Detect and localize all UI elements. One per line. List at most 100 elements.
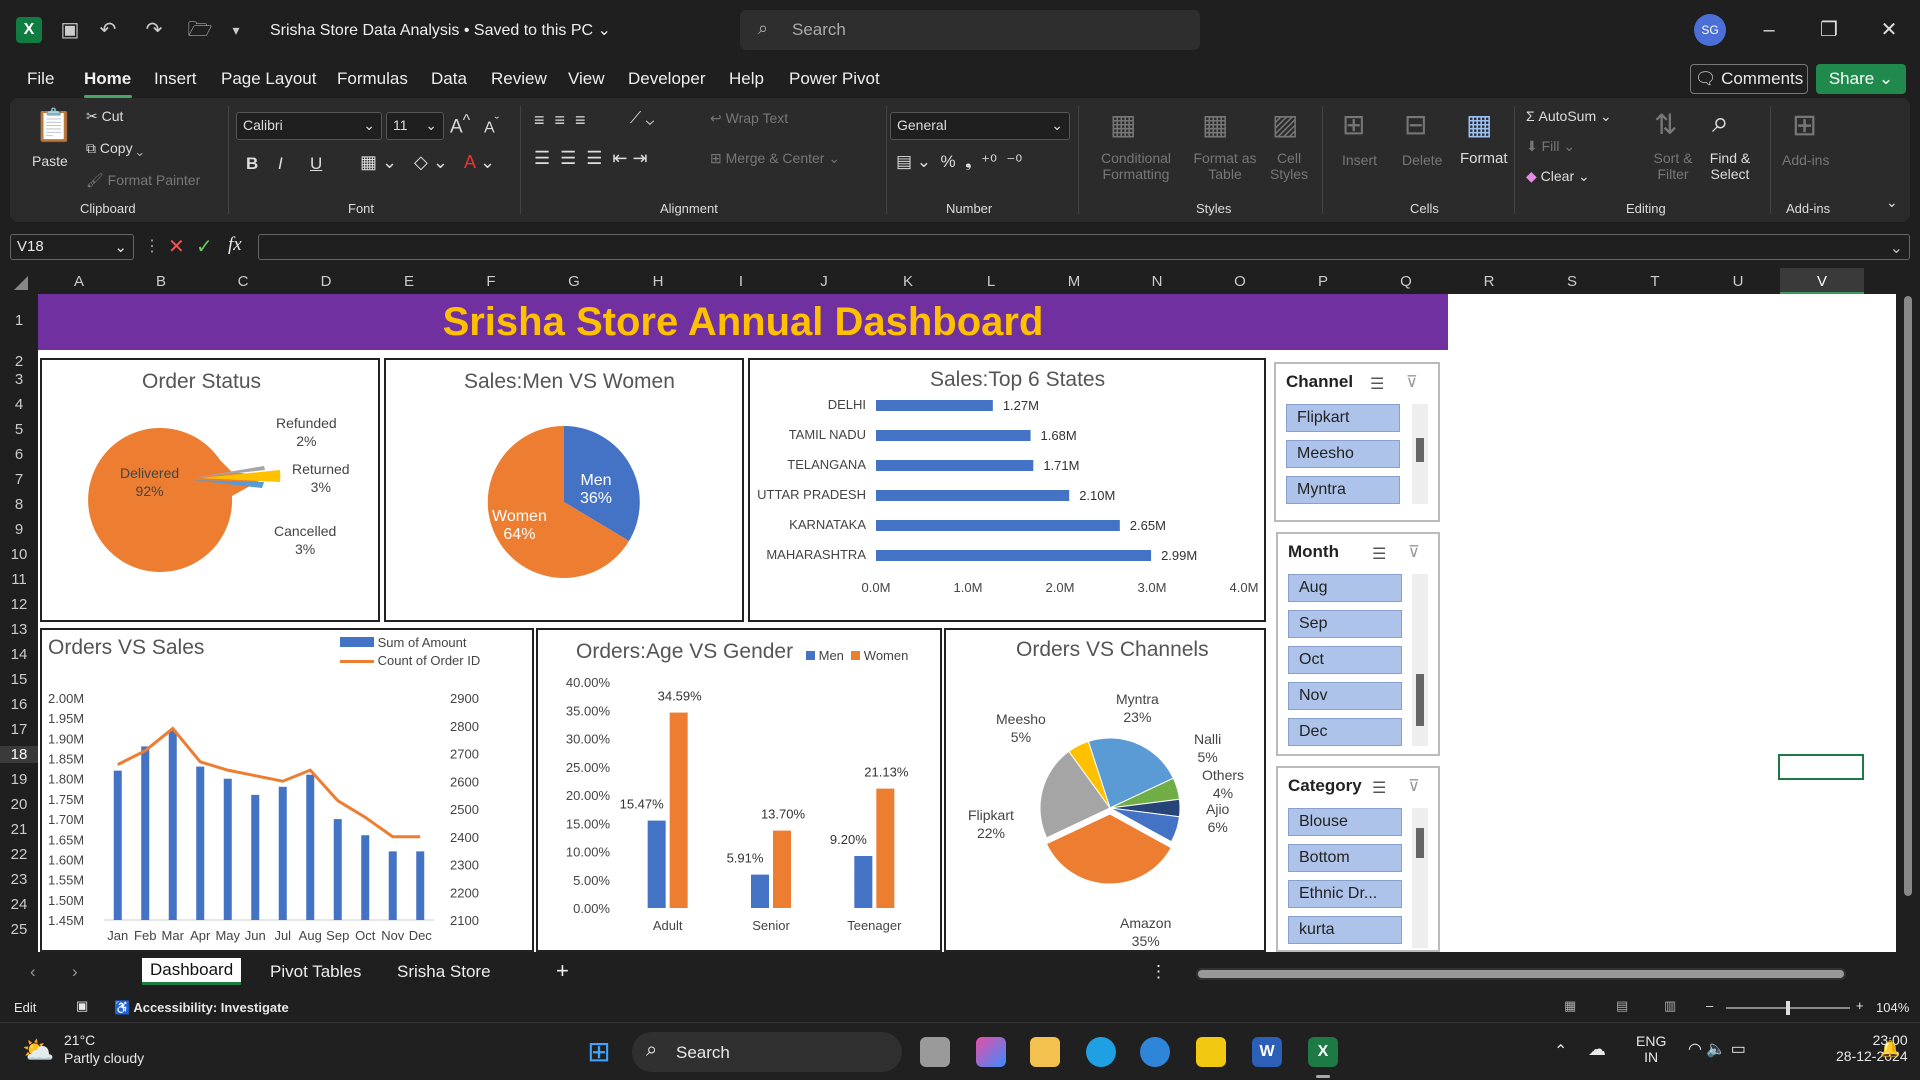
row-header[interactable]: 16: [0, 696, 38, 713]
slicer-item[interactable]: Dec: [1288, 718, 1402, 746]
tab-data[interactable]: Data: [431, 69, 467, 89]
row-header[interactable]: 24: [0, 896, 38, 913]
multi-select-icon[interactable]: ☰: [1372, 544, 1386, 564]
orientation-icon[interactable]: ⟋ ⌄: [630, 110, 654, 128]
clear-filter-icon[interactable]: ⊽: [1408, 776, 1420, 796]
column-header[interactable]: V: [1780, 273, 1864, 290]
format-cells-button[interactable]: Format: [1460, 150, 1508, 167]
cell-styles-button[interactable]: Cell Styles: [1264, 150, 1314, 182]
column-header[interactable]: T: [1614, 273, 1696, 290]
decrease-font-icon[interactable]: Aˇ: [484, 114, 499, 137]
increase-font-icon[interactable]: A^: [450, 112, 470, 138]
scroll-thumb[interactable]: [1198, 970, 1844, 978]
customize-toolbar-icon[interactable]: ▾: [222, 16, 250, 44]
tray-expand-icon[interactable]: ⌃: [1554, 1041, 1567, 1061]
paste-button[interactable]: Paste: [32, 153, 68, 169]
row-header[interactable]: 8: [0, 496, 38, 513]
autosum-button[interactable]: Σ AutoSum ⌄: [1526, 108, 1612, 125]
normal-view-icon[interactable]: ▦: [1564, 998, 1576, 1014]
language-indicator[interactable]: ENG IN: [1636, 1033, 1666, 1065]
accounting-format-icon[interactable]: ▤ ⌄ % ❟ ⁺⁰ ⁻⁰: [896, 152, 1022, 172]
slicer-item[interactable]: Oct: [1288, 646, 1402, 674]
column-header[interactable]: B: [120, 273, 202, 290]
selected-cell[interactable]: [1778, 754, 1864, 780]
copilot-icon[interactable]: [976, 1037, 1006, 1067]
row-header[interactable]: 23: [0, 871, 38, 888]
column-header[interactable]: S: [1530, 273, 1614, 290]
share-button[interactable]: Share ⌄: [1816, 64, 1906, 94]
search-input[interactable]: ⌕ Search: [740, 10, 1200, 50]
row-header[interactable]: 11: [0, 571, 38, 588]
column-header[interactable]: I: [700, 273, 782, 290]
top-states-chart[interactable]: Sales:Top 6 States DELHI 1.27M TAMIL NADU 1…: [748, 358, 1266, 622]
slicer-scrollbar[interactable]: [1412, 574, 1428, 746]
slicer-item[interactable]: Nov: [1288, 682, 1402, 710]
tab-formulas[interactable]: Formulas: [337, 69, 408, 89]
wifi-icon[interactable]: ◠ 🔈 ▭: [1688, 1039, 1746, 1059]
copy-button[interactable]: ⧉ Copy ⌄: [86, 140, 143, 157]
next-sheet-icon[interactable]: ›: [72, 962, 78, 982]
borders-icon[interactable]: ▦ ⌄: [360, 152, 397, 173]
notification-bell-icon[interactable]: 🔔: [1880, 1039, 1900, 1059]
format-as-table-button[interactable]: Format as Table: [1186, 150, 1264, 182]
fill-button[interactable]: ⬇ Fill ⌄: [1526, 138, 1575, 155]
tab-file[interactable]: File: [27, 69, 54, 89]
row-header[interactable]: 12: [0, 596, 38, 613]
find-select-button[interactable]: Find & Select: [1698, 150, 1762, 182]
row-header[interactable]: 13: [0, 621, 38, 638]
row-header[interactable]: 7: [0, 471, 38, 488]
slicer-item[interactable]: Sep: [1288, 610, 1402, 638]
multi-select-icon[interactable]: ☰: [1370, 374, 1384, 394]
row-header[interactable]: 14: [0, 646, 38, 663]
month-slicer[interactable]: Month ☰ ⊽ Aug Sep Oct Nov Dec: [1276, 532, 1440, 756]
more-options-icon[interactable]: ⋮: [1150, 962, 1167, 982]
delete-cells-button[interactable]: Delete: [1402, 152, 1442, 168]
column-header[interactable]: J: [782, 273, 866, 290]
clear-filter-icon[interactable]: ⊽: [1406, 372, 1418, 392]
page-break-view-icon[interactable]: ▥: [1664, 998, 1676, 1014]
column-header[interactable]: E: [368, 273, 450, 290]
worksheet-grid[interactable]: Srisha Store Annual Dashboard Order Stat…: [38, 294, 1896, 952]
font-size-select[interactable]: 11 ⌄: [386, 112, 444, 140]
tab-review[interactable]: Review: [491, 69, 547, 89]
word-icon[interactable]: W: [1252, 1037, 1282, 1067]
slicer-item[interactable]: Ethnic Dr...: [1288, 880, 1402, 908]
close-icon[interactable]: ✕: [1866, 14, 1912, 46]
select-all-icon[interactable]: [14, 276, 28, 290]
align-left-icon[interactable]: ☰ ☰ ☰ ⇤ ⇥: [534, 148, 648, 169]
insert-function-icon[interactable]: fx: [228, 234, 242, 256]
order-status-chart[interactable]: Order Status Delivered 92% Refunded 2% Ret…: [40, 358, 380, 622]
minimize-icon[interactable]: –: [1746, 14, 1792, 46]
slicer-item[interactable]: Bottom: [1288, 844, 1402, 872]
sheet-tab-srisha-store[interactable]: Srisha Store: [397, 962, 491, 982]
column-header[interactable]: O: [1198, 273, 1282, 290]
zoom-out-icon[interactable]: –: [1706, 998, 1713, 1013]
accessibility-status[interactable]: ♿ Accessibility: Investigate: [114, 1000, 289, 1016]
column-header[interactable]: M: [1032, 273, 1116, 290]
restore-icon[interactable]: ❐: [1806, 14, 1852, 46]
column-header[interactable]: D: [284, 273, 368, 290]
excel-taskbar-icon[interactable]: X: [1308, 1037, 1338, 1067]
row-header[interactable]: 5: [0, 421, 38, 438]
prev-sheet-icon[interactable]: ‹: [30, 962, 36, 982]
number-format-select[interactable]: General ⌄: [890, 112, 1070, 140]
zoom-slider[interactable]: [1726, 1001, 1850, 1015]
column-header[interactable]: K: [866, 273, 950, 290]
cancel-icon[interactable]: ✕: [168, 234, 185, 259]
insert-cells-button[interactable]: Insert: [1342, 152, 1377, 168]
merge-center-button[interactable]: ⊞ Merge & Center ⌄: [710, 150, 840, 167]
tab-help[interactable]: Help: [729, 69, 764, 89]
row-header[interactable]: 4: [0, 396, 38, 413]
add-sheet-icon[interactable]: +: [556, 958, 569, 984]
row-header[interactable]: 25: [0, 921, 38, 938]
row-header[interactable]: 18: [0, 746, 38, 763]
slicer-item[interactable]: Myntra: [1286, 476, 1400, 504]
men-vs-women-chart[interactable]: Sales:Men VS Women Men 36% Women 64%: [384, 358, 744, 622]
comments-button[interactable]: 🗨 Comments: [1690, 64, 1808, 94]
page-layout-view-icon[interactable]: ▤: [1616, 998, 1628, 1014]
taskbar-search[interactable]: ⌕ Search: [632, 1032, 902, 1072]
tab-home[interactable]: Home: [84, 69, 131, 89]
slicer-item[interactable]: Blouse: [1288, 808, 1402, 836]
column-header[interactable]: Q: [1364, 273, 1448, 290]
tab-insert[interactable]: Insert: [154, 69, 197, 89]
